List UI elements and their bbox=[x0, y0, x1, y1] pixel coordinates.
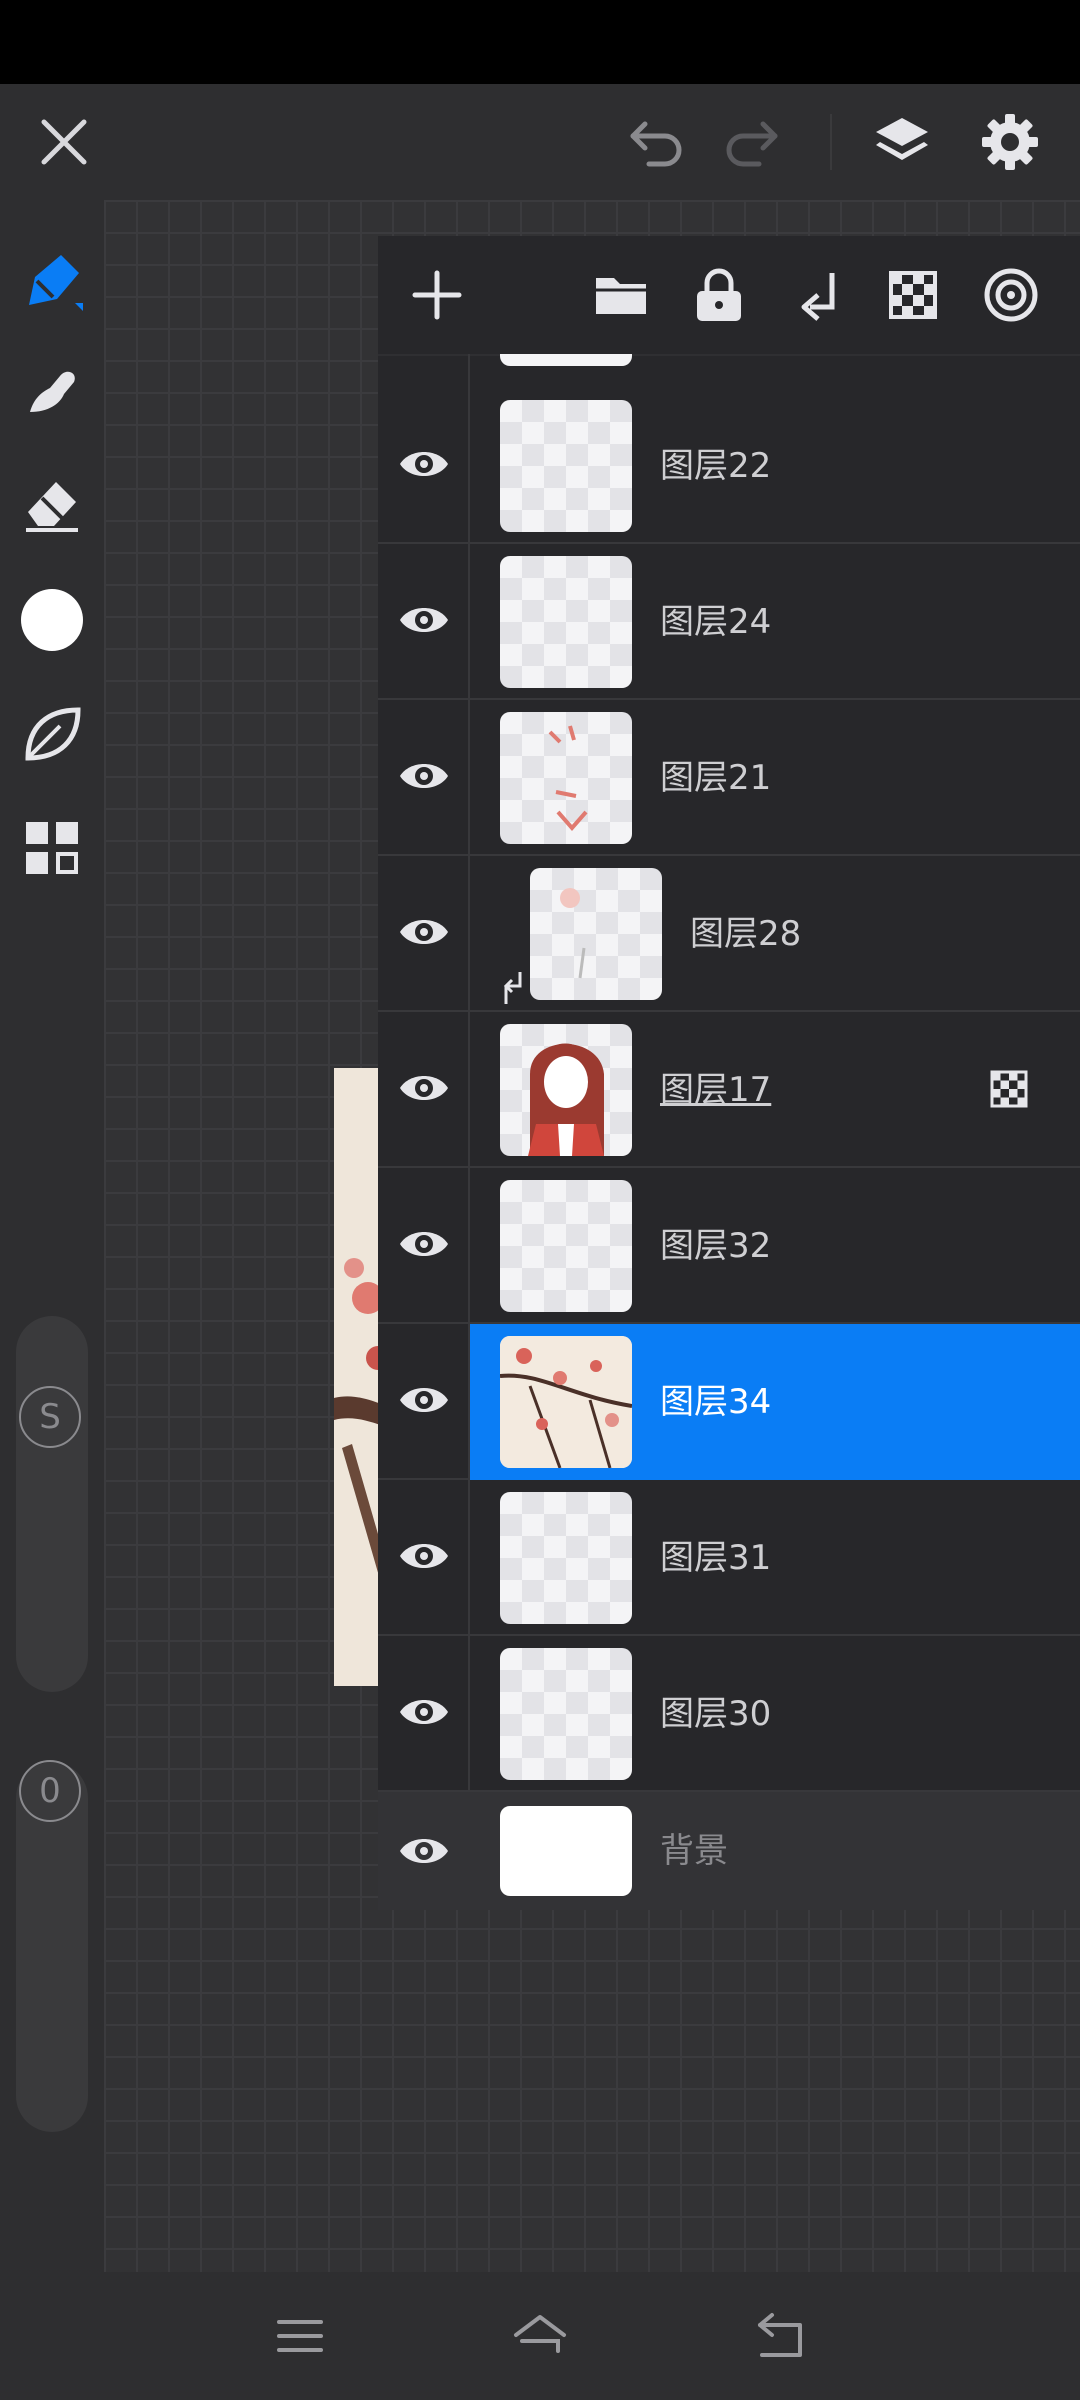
layer-row-selected[interactable]: 图层34 bbox=[378, 1324, 1080, 1480]
layers-panel: 图层22 图层24 图层21 图层28 图层17 图层32 图层34 图层31 … bbox=[378, 236, 1080, 1910]
brush-size-slider[interactable] bbox=[16, 1316, 88, 1692]
alpha-lock-button[interactable] bbox=[876, 258, 950, 332]
blend-mode-button[interactable] bbox=[974, 258, 1048, 332]
layers-icon bbox=[876, 118, 928, 160]
lock-icon bbox=[697, 268, 741, 321]
status-bar bbox=[0, 0, 1080, 84]
layer-name: 图层17 bbox=[660, 1070, 772, 1110]
toolbar-divider bbox=[830, 114, 832, 170]
clip-arrow-icon bbox=[503, 972, 522, 1004]
eye-icon[interactable] bbox=[398, 906, 450, 958]
add-layer-button[interactable] bbox=[400, 258, 474, 332]
add-icon bbox=[412, 270, 462, 320]
layer-name: 图层22 bbox=[660, 446, 772, 486]
clip-mask-icon bbox=[801, 273, 835, 321]
settings-icon bbox=[982, 114, 1038, 170]
top-bar bbox=[0, 84, 1080, 200]
opacity-label: 0 bbox=[39, 1771, 61, 1811]
home-button[interactable] bbox=[498, 2294, 582, 2378]
layer-row-clipped[interactable]: 图层28 bbox=[378, 856, 1080, 1012]
layer-thumbnail bbox=[500, 1024, 632, 1156]
layer-name: 图层32 bbox=[660, 1226, 772, 1266]
menu-button[interactable] bbox=[258, 2294, 342, 2378]
redo-icon bbox=[726, 121, 778, 167]
eye-icon[interactable] bbox=[398, 1825, 450, 1877]
layer-name: 图层34 bbox=[660, 1382, 772, 1422]
color-picker[interactable] bbox=[12, 580, 92, 660]
eye-icon[interactable] bbox=[398, 1218, 450, 1270]
group-layers-button[interactable] bbox=[584, 258, 658, 332]
eraser-tool[interactable] bbox=[12, 464, 92, 544]
background-thumbnail bbox=[500, 1806, 632, 1896]
close-icon bbox=[41, 119, 87, 165]
system-nav-bar bbox=[0, 2272, 1080, 2400]
layer-thumbnail bbox=[500, 556, 632, 688]
folder-icon bbox=[596, 278, 646, 314]
layer-thumbnail bbox=[500, 1180, 632, 1312]
layers-toolbar bbox=[378, 236, 1080, 356]
gallery-icon bbox=[26, 822, 78, 874]
layer-row[interactable]: 图层24 bbox=[378, 544, 1080, 700]
eye-icon[interactable] bbox=[398, 1374, 450, 1426]
smudge-tool[interactable] bbox=[12, 350, 92, 430]
layer-thumbnail bbox=[500, 1492, 632, 1624]
undo-button[interactable] bbox=[606, 84, 706, 200]
leaf-icon bbox=[25, 707, 81, 761]
eye-icon[interactable] bbox=[398, 1686, 450, 1738]
home-icon bbox=[514, 2315, 566, 2353]
layer-row[interactable]: 图层21 bbox=[378, 700, 1080, 856]
eye-icon[interactable] bbox=[398, 750, 450, 802]
layer-row[interactable]: 图层31 bbox=[378, 1480, 1080, 1636]
layer-name: 图层30 bbox=[660, 1694, 772, 1734]
layer-thumbnail bbox=[500, 712, 632, 844]
partial-thumbnail bbox=[500, 354, 632, 366]
opacity-knob[interactable]: 0 bbox=[19, 1760, 81, 1822]
layer-thumbnail bbox=[500, 1336, 632, 1468]
layer-name: 图层24 bbox=[660, 602, 772, 642]
color-swatch-icon bbox=[21, 589, 83, 651]
eraser-icon bbox=[26, 482, 78, 532]
layer-thumbnail bbox=[500, 1648, 632, 1780]
alpha-lock-icon bbox=[889, 271, 937, 319]
pen-tool[interactable] bbox=[12, 242, 92, 322]
undo-icon bbox=[630, 121, 682, 167]
eye-icon[interactable] bbox=[398, 594, 450, 646]
settings-button[interactable] bbox=[960, 84, 1060, 200]
clip-mask-button[interactable] bbox=[780, 258, 854, 332]
layer-row[interactable]: 图层30 bbox=[378, 1636, 1080, 1792]
close-button[interactable] bbox=[14, 84, 114, 200]
back-button[interactable] bbox=[738, 2294, 822, 2378]
gallery-tool[interactable] bbox=[12, 808, 92, 888]
menu-icon bbox=[277, 2320, 323, 2352]
layer-row[interactable]: 图层22 bbox=[378, 388, 1080, 544]
redo-button[interactable] bbox=[702, 84, 802, 200]
eye-icon[interactable] bbox=[398, 438, 450, 490]
layer-row[interactable]: 图层17 bbox=[378, 1012, 1080, 1168]
brush-size-knob[interactable]: S bbox=[19, 1386, 81, 1448]
lock-layer-button[interactable] bbox=[682, 258, 756, 332]
pen-icon bbox=[29, 255, 83, 311]
leaf-tool[interactable] bbox=[12, 694, 92, 774]
eye-icon[interactable] bbox=[398, 1062, 450, 1114]
layer-name: 图层31 bbox=[660, 1538, 772, 1578]
smudge-icon bbox=[30, 371, 75, 412]
layer-name: 图层28 bbox=[690, 914, 802, 954]
tool-sidebar: S 0 bbox=[0, 200, 104, 2272]
layer-thumbnail bbox=[530, 868, 662, 1000]
layer-thumbnail bbox=[500, 400, 632, 532]
layer-name: 背景 bbox=[660, 1831, 728, 1871]
layers-button[interactable] bbox=[852, 84, 952, 200]
blend-icon bbox=[984, 268, 1038, 322]
layer-row[interactable]: 图层32 bbox=[378, 1168, 1080, 1324]
back-icon bbox=[758, 2313, 802, 2357]
layer-name: 图层21 bbox=[660, 758, 772, 798]
alpha-lock-indicator-icon bbox=[990, 1070, 1028, 1108]
size-label: S bbox=[39, 1397, 61, 1437]
background-layer-row[interactable]: 背景 bbox=[378, 1792, 1080, 1910]
eye-icon[interactable] bbox=[398, 1530, 450, 1582]
